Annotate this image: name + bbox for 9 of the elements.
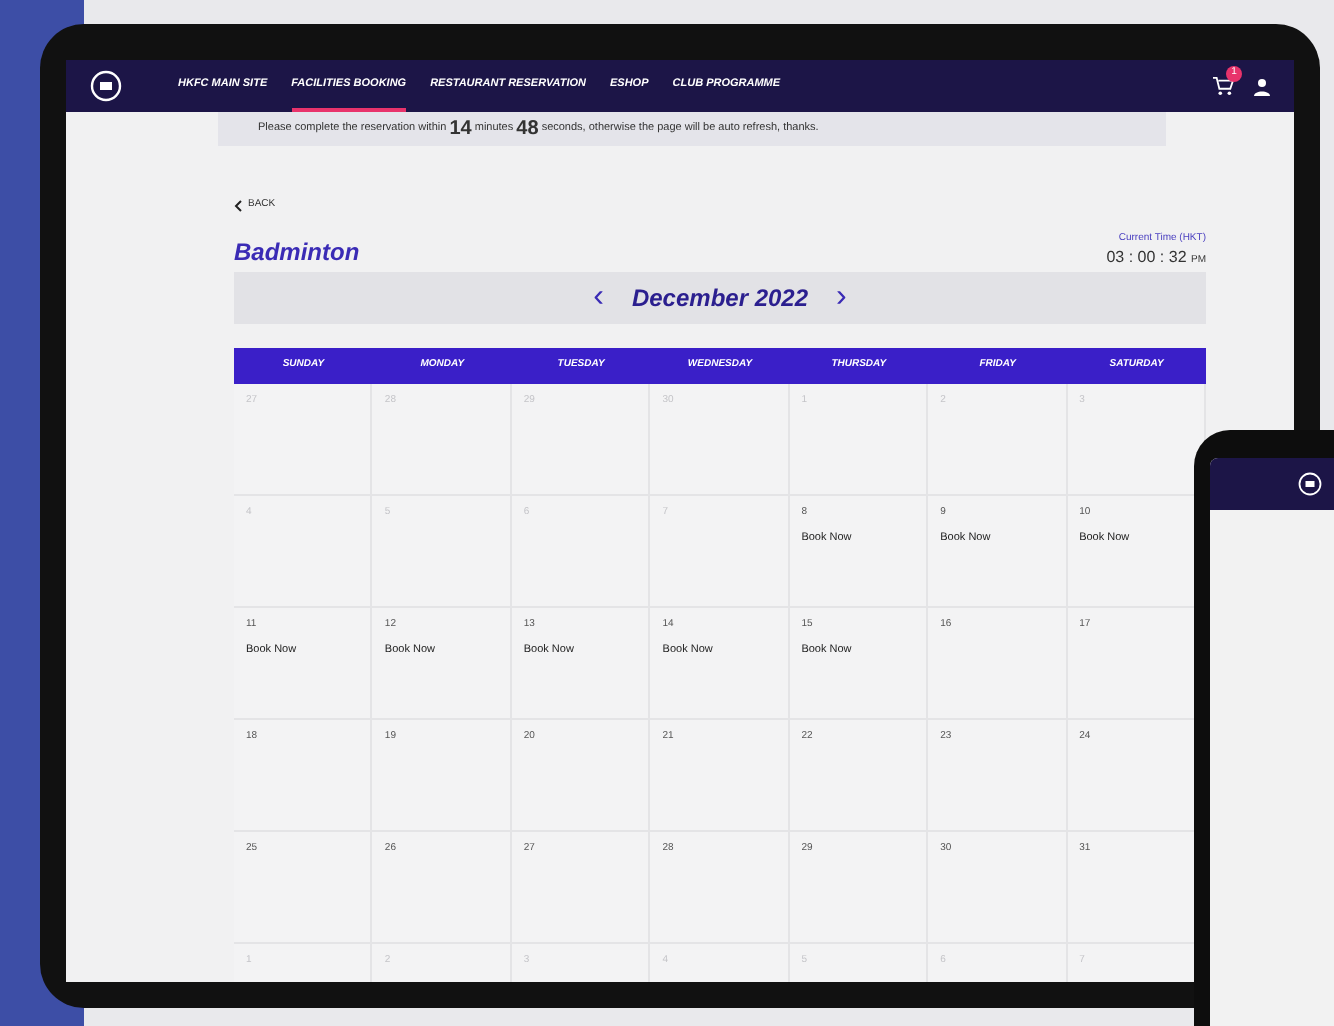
chevron-left-icon bbox=[234, 199, 242, 212]
club-crest-icon bbox=[1298, 472, 1322, 496]
previous-month-button[interactable]: ‹ bbox=[593, 282, 604, 314]
month-title: December 2022 bbox=[631, 282, 809, 316]
cart-icon[interactable] bbox=[1212, 76, 1234, 96]
user-icon[interactable] bbox=[1254, 77, 1270, 95]
club-crest-icon bbox=[90, 70, 122, 102]
next-month-button[interactable]: › bbox=[836, 282, 847, 314]
page-title: Badminton bbox=[234, 236, 360, 270]
